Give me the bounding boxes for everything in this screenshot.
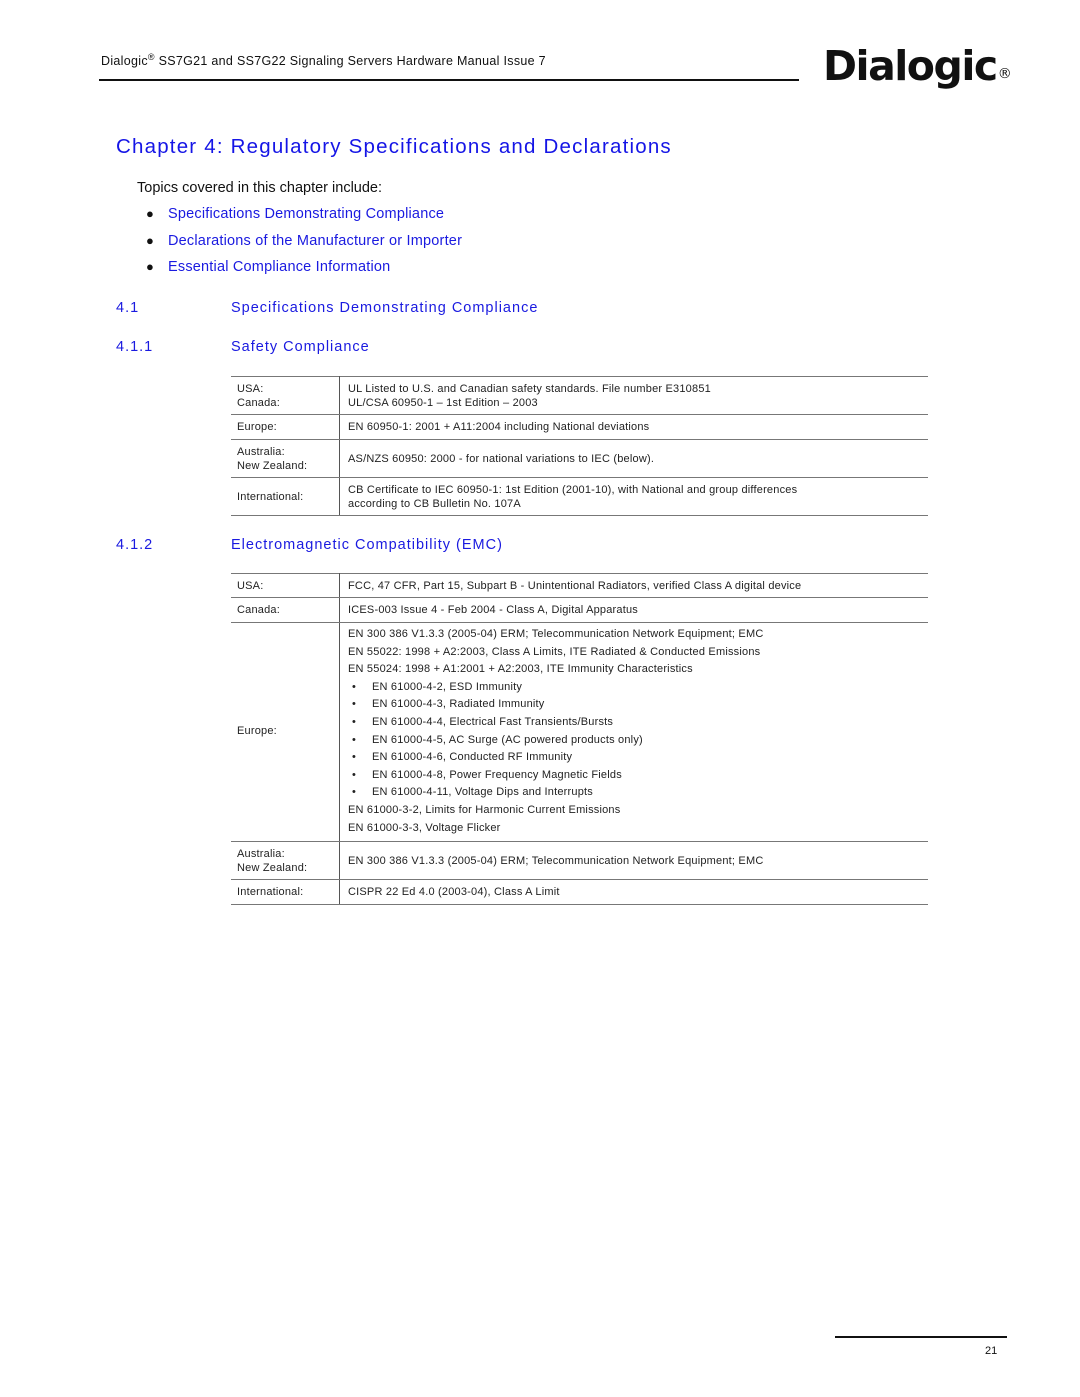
spec-cell: EN 60950-1: 2001 + A11:2004 including Na… — [339, 414, 928, 440]
table-row: International: CISPR 22 Ed 4.0 (2003-04)… — [231, 879, 928, 906]
bullet-icon: ● — [146, 232, 155, 248]
topic-label[interactable]: Declarations of the Manufacturer or Impo… — [168, 233, 462, 249]
spec-line: EN 55024: 1998 + A1:2001 + A2:2003, ITE … — [348, 663, 693, 676]
region-cell: USA: Canada: — [231, 376, 340, 415]
section-number: 4.1.2 — [116, 537, 154, 553]
table-row: Australia: New Zealand: EN 300 386 V1.3.3… — [231, 841, 928, 881]
spec-cell: ICES-003 Issue 4 - Feb 2004 - Class A, D… — [339, 597, 928, 623]
region-cell: Australia: New Zealand: — [231, 841, 340, 881]
spec-line: EN 61000-3-2, Limits for Harmonic Curren… — [348, 803, 621, 816]
table-row: Europe: EN 60950-1: 2001 + A11:2004 incl… — [231, 414, 928, 440]
spec-sub-item: • EN 61000-4-3, Radiated Immunity — [348, 696, 922, 714]
topic-link-declarations[interactable]: ● Declarations of the Manufacturer or Imp… — [146, 233, 462, 260]
section-title: Electromagnetic Compatibility (EMC) — [231, 537, 503, 553]
table-row: USA: Canada: UL Listed to U.S. and Canadi… — [231, 376, 928, 415]
bullet-icon: ● — [146, 206, 155, 221]
spec-sub-item: • EN 61000-4-11, Voltage Dips and Interru… — [348, 784, 922, 802]
bullet-icon: • — [352, 715, 357, 728]
page-number: 21 — [985, 1345, 998, 1357]
section-number: 4.1 — [116, 300, 140, 316]
safety-compliance-table: USA: Canada: UL Listed to U.S. and Canadi… — [231, 376, 928, 516]
spec-sub-item: • EN 61000-4-4, Electrical Fast Transient… — [348, 714, 922, 732]
spec-cell: UL Listed to U.S. and Canadian safety st… — [339, 376, 928, 415]
table-row: Europe: EN 300 386 V1.3.3 (2005-04) ERM;… — [231, 621, 928, 843]
logo-text: Dialogic — [823, 42, 998, 90]
topic-label[interactable]: Essential Compliance Information — [168, 259, 390, 275]
bullet-icon: • — [352, 786, 357, 799]
registered-mark: ® — [147, 52, 155, 62]
header-brand: Dialogic — [101, 54, 148, 69]
spec-line: EN 61000-3-3, Voltage Flicker — [348, 821, 501, 834]
spec-cell: EN 300 386 V1.3.3 (2005-04) ERM; Telecom… — [339, 841, 928, 881]
emc-compliance-table: USA: FCC, 47 CFR, Part 15, Subpart B - U… — [231, 573, 928, 906]
bullet-icon: • — [352, 698, 357, 711]
spec-cell: EN 300 386 V1.3.3 (2005-04) ERM; Telecom… — [339, 621, 928, 843]
bullet-icon: • — [352, 751, 357, 764]
region-cell: USA: — [231, 573, 340, 598]
logo-registered-mark: ® — [997, 66, 1012, 82]
table-row: Australia: New Zealand: AS/NZS 60950: 200… — [231, 439, 928, 478]
region-cell: Canada: — [231, 597, 340, 623]
bullet-icon: • — [352, 768, 357, 781]
dialogic-logo: Dialogic® — [823, 46, 1012, 87]
table-row: USA: FCC, 47 CFR, Part 15, Subpart B - U… — [231, 573, 928, 598]
region-cell: International: — [231, 477, 340, 516]
spec-line: EN 300 386 V1.3.3 (2005-04) ERM; Telecom… — [348, 628, 764, 640]
region-cell: International: — [231, 879, 340, 906]
section-title: Specifications Demonstrating Compliance — [231, 300, 539, 316]
region-cell: Europe: — [231, 621, 340, 843]
header-rule — [99, 79, 799, 81]
table-row: Canada: ICES-003 Issue 4 - Feb 2004 - Cl… — [231, 597, 928, 623]
topic-link-specifications[interactable]: ● Specifications Demonstrating Compliance — [146, 206, 462, 233]
spec-cell: CISPR 22 Ed 4.0 (2003-04), Class A Limit — [339, 879, 928, 906]
section-title: Safety Compliance — [231, 339, 370, 355]
spec-cell: CB Certificate to IEC 60950-1: 1st Editi… — [339, 477, 928, 516]
spec-sub-item: • EN 61000-4-2, ESD Immunity — [348, 679, 922, 697]
spec-cell: FCC, 47 CFR, Part 15, Subpart B - Uninte… — [339, 573, 928, 598]
footer-rule — [835, 1336, 1007, 1338]
chapter-title: Chapter 4: Regulatory Specifications and… — [116, 135, 672, 158]
region-cell: Europe: — [231, 414, 340, 440]
topics-intro: Topics covered in this chapter include: — [137, 180, 383, 196]
spec-sub-item: • EN 61000-4-8, Power Frequency Magnetic … — [348, 767, 922, 785]
section-number: 4.1.1 — [116, 339, 154, 355]
running-header: Dialogic® SS7G21 and SS7G22 Signaling Se… — [101, 52, 546, 68]
header-title: SS7G21 and SS7G22 Signaling Servers Hard… — [154, 54, 546, 69]
spec-sub-item: • EN 61000-4-5, AC Surge (AC powered prod… — [348, 732, 922, 750]
topics-list: ● Specifications Demonstrating Compliance… — [146, 206, 462, 286]
bullet-icon: • — [352, 733, 357, 746]
region-cell: Australia: New Zealand: — [231, 439, 340, 478]
topic-link-essential-info[interactable]: ● Essential Compliance Information — [146, 259, 462, 286]
spec-line: EN 55022: 1998 + A2:2003, Class A Limits… — [348, 645, 761, 658]
topic-label[interactable]: Specifications Demonstrating Compliance — [168, 206, 444, 222]
table-row: International: CB Certificate to IEC 609… — [231, 477, 928, 516]
bullet-icon: • — [352, 680, 357, 693]
spec-cell: AS/NZS 60950: 2000 - for national variat… — [339, 439, 928, 478]
bullet-icon: ● — [146, 259, 155, 274]
spec-sub-item: • EN 61000-4-6, Conducted RF Immunity — [348, 749, 922, 767]
